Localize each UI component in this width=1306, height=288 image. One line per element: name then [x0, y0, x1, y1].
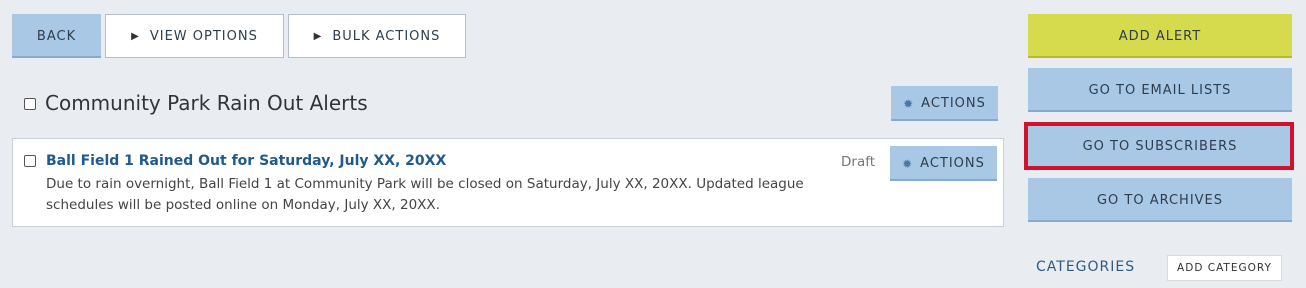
list-actions-label: ACTIONS: [921, 96, 986, 111]
alert-title-link[interactable]: Ball Field 1 Rained Out for Saturday, Ju…: [46, 153, 446, 169]
categories-heading: CATEGORIES: [1036, 259, 1136, 275]
email-lists-button[interactable]: GO TO EMAIL LISTS: [1028, 68, 1292, 112]
list-select-checkbox[interactable]: [24, 98, 36, 110]
alert-card: Ball Field 1 Rained Out for Saturday, Ju…: [12, 138, 1004, 227]
add-alert-button[interactable]: ADD ALERT: [1028, 14, 1292, 58]
list-actions-button[interactable]: ✹ ACTIONS: [891, 86, 998, 121]
gear-icon: ✹: [903, 96, 915, 111]
archives-label: GO TO ARCHIVES: [1096, 192, 1224, 208]
view-options-button[interactable]: ▶ VIEW OPTIONS: [105, 14, 284, 58]
bulk-actions-label: BULK ACTIONS: [332, 28, 441, 44]
bulk-actions-button[interactable]: ▶ BULK ACTIONS: [288, 14, 466, 58]
play-triangle-icon: ▶: [313, 30, 323, 42]
alert-select-checkbox[interactable]: [24, 155, 36, 167]
play-triangle-icon: ▶: [131, 30, 140, 42]
page-title: Community Park Rain Out Alerts: [45, 91, 368, 115]
back-button[interactable]: BACK: [12, 14, 101, 58]
add-category-label: ADD CATEGORY: [1177, 262, 1272, 274]
email-lists-label: GO TO EMAIL LISTS: [1088, 82, 1232, 98]
archives-button[interactable]: GO TO ARCHIVES: [1028, 178, 1292, 222]
alert-body: Due to rain overnight, Ball Field 1 at C…: [46, 176, 804, 213]
alert-actions-button[interactable]: ✹ ACTIONS: [890, 146, 997, 181]
view-options-label: VIEW OPTIONS: [149, 28, 258, 44]
back-label: BACK: [36, 28, 77, 44]
add-alert-label: ADD ALERT: [1118, 28, 1202, 44]
gear-icon: ✹: [902, 156, 914, 171]
highlight-box: [1024, 122, 1294, 170]
add-category-button[interactable]: ADD CATEGORY: [1167, 255, 1282, 281]
status-badge: Draft: [841, 154, 876, 170]
alert-actions-label: ACTIONS: [920, 156, 985, 171]
